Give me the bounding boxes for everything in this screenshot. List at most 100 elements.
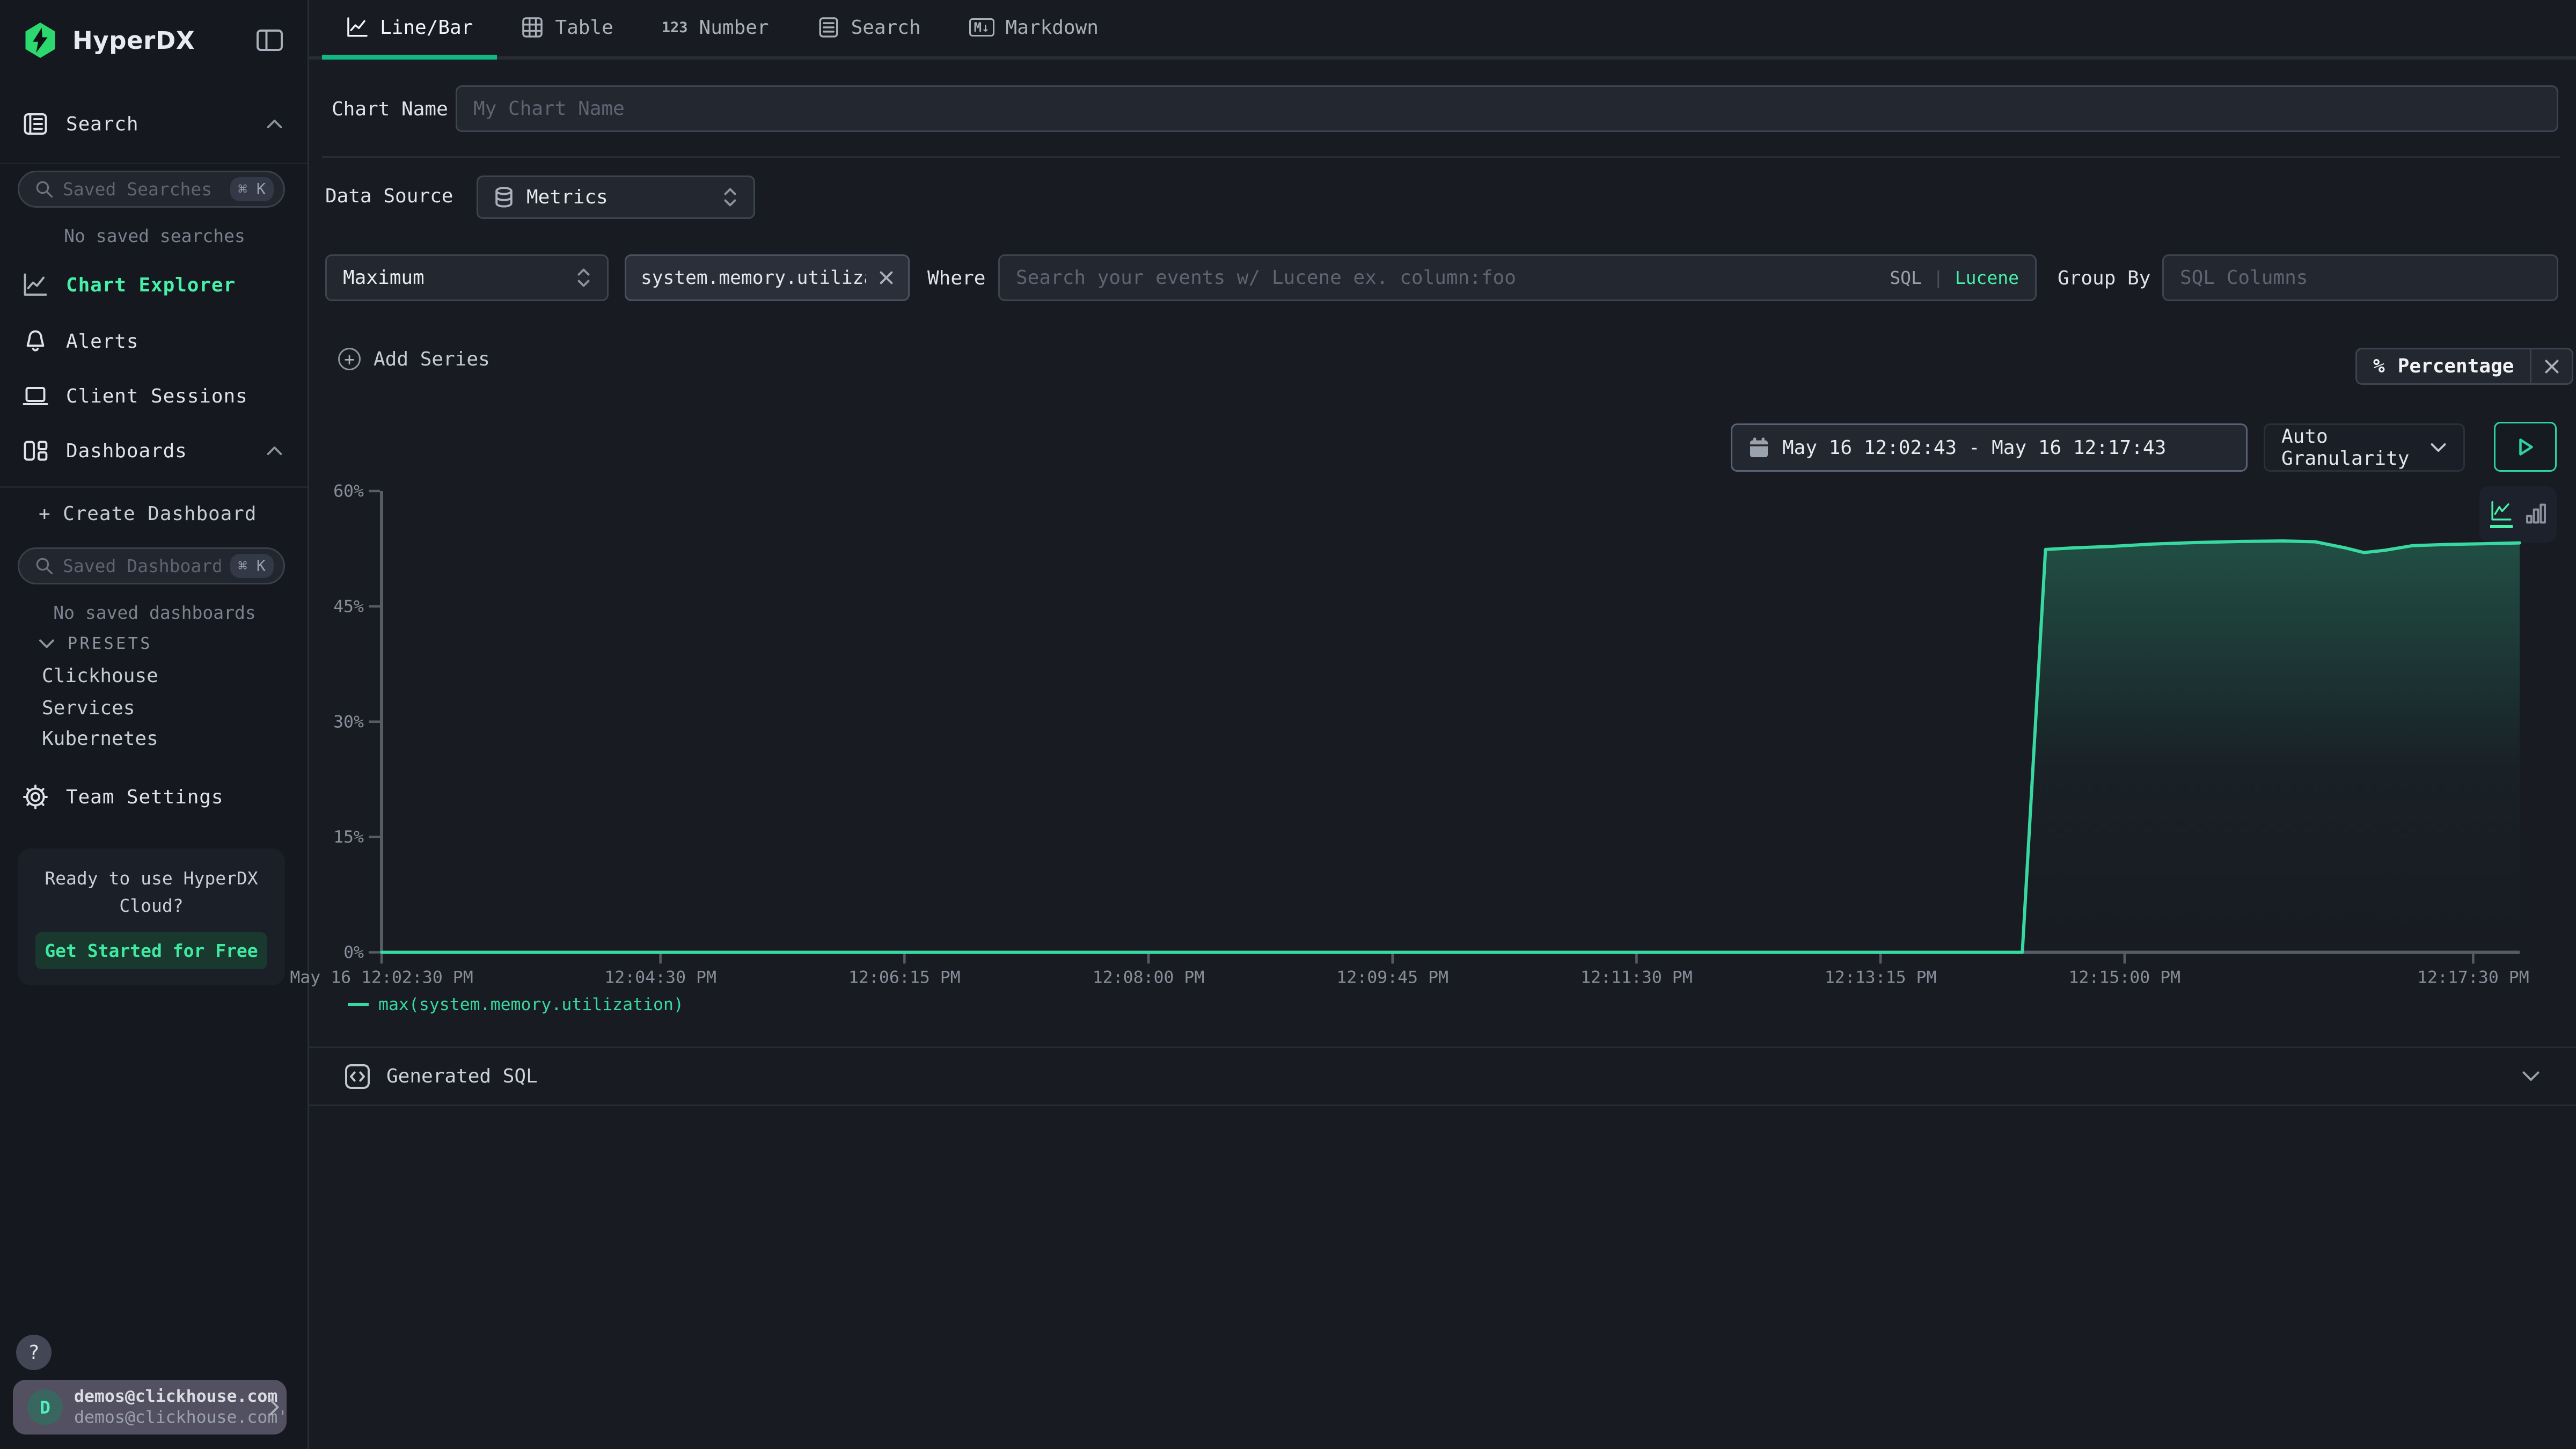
- tab-label: Table: [555, 17, 613, 39]
- sidebar-item-label: Chart Explorer: [66, 274, 236, 296]
- svg-text:12:13:15 PM: 12:13:15 PM: [1825, 968, 1937, 987]
- shortcut-badge: ⌘ K: [230, 554, 274, 578]
- svg-text:12:15:00 PM: 12:15:00 PM: [2069, 968, 2181, 987]
- preset-item-kubernetes[interactable]: Kubernetes: [42, 728, 158, 750]
- add-series-button[interactable]: + Add Series: [338, 348, 490, 370]
- lucene-mode-button[interactable]: Lucene: [1955, 267, 2019, 288]
- time-range-value: May 16 12:02:43 - May 16 12:17:43: [1782, 437, 2166, 459]
- svg-text:12:17:30 PM: 12:17:30 PM: [2417, 968, 2529, 987]
- sidebar: HyperDX Search ⌘ K No saved searches: [0, 0, 309, 1449]
- preset-item-services[interactable]: Services: [42, 697, 135, 719]
- help-button[interactable]: ?: [16, 1335, 52, 1370]
- sidebar-item-label: Dashboards: [66, 440, 187, 462]
- tab-line-bar[interactable]: Line/Bar: [322, 0, 497, 60]
- close-icon[interactable]: [2530, 349, 2572, 383]
- saved-dashboards-search[interactable]: ⌘ K: [18, 547, 285, 584]
- svg-text:0%: 0%: [343, 943, 364, 962]
- group-by-field[interactable]: [2162, 254, 2558, 301]
- sidebar-divider: [0, 486, 308, 488]
- preset-item-clickhouse[interactable]: Clickhouse: [42, 665, 158, 687]
- cloud-promo-title-line1: Ready to use HyperDX: [18, 868, 285, 889]
- chart-name-input[interactable]: [473, 98, 2541, 120]
- tab-table[interactable]: Table: [497, 0, 637, 60]
- percentage-toggle[interactable]: % Percentage: [2355, 348, 2573, 385]
- hyperdx-logo-icon: [23, 21, 58, 60]
- cloud-promo-card: Ready to use HyperDX Cloud? Get Started …: [18, 848, 285, 985]
- group-by-label: Group By: [2058, 267, 2150, 289]
- sidebar-item-client-sessions[interactable]: Client Sessions: [0, 378, 309, 414]
- svg-text:12:09:45 PM: 12:09:45 PM: [1336, 968, 1448, 987]
- data-source-select[interactable]: Metrics: [477, 175, 755, 219]
- query-mode-switch: SQL | Lucene: [1890, 267, 2019, 288]
- aggregation-value: Maximum: [343, 267, 425, 289]
- svg-text:60%: 60%: [333, 482, 364, 501]
- saved-dashboards-input[interactable]: [63, 555, 221, 576]
- cloud-promo-title-line2: Cloud?: [18, 895, 285, 916]
- data-source-value: Metrics: [526, 186, 608, 208]
- get-started-button[interactable]: Get Started for Free: [35, 932, 267, 969]
- user-info: demos@clickhouse.com demos@clickhouse.co…: [74, 1386, 256, 1429]
- sidebar-item-search[interactable]: Search: [0, 106, 309, 142]
- code-icon: [345, 1064, 370, 1089]
- chevron-down-icon[interactable]: [2521, 1070, 2541, 1083]
- timeseries-chart[interactable]: 0%15%30%45%60%May 16 12:02:30 PM12:04:30…: [309, 467, 2576, 1022]
- sidebar-item-label: Client Sessions: [66, 385, 248, 407]
- sidebar-item-team-settings[interactable]: Team Settings: [0, 779, 309, 815]
- main-panel: Line/Bar Table 123 Number Search M↓ Ma: [309, 0, 2576, 1449]
- presets-toggle[interactable]: PRESETS: [39, 634, 152, 653]
- sidebar-collapse-icon[interactable]: [256, 29, 283, 52]
- where-field[interactable]: SQL | Lucene: [998, 254, 2037, 301]
- sidebar-item-dashboards[interactable]: Dashboards: [0, 433, 309, 469]
- user-menu[interactable]: D demos@clickhouse.com demos@clickhouse.…: [13, 1380, 287, 1435]
- create-dashboard-button[interactable]: + Create Dashboard: [0, 496, 309, 531]
- number-123-icon: 123: [662, 19, 688, 36]
- chart-type-tabbar: Line/Bar Table 123 Number Search M↓ Ma: [309, 0, 2576, 60]
- sidebar-item-chart-explorer[interactable]: Chart Explorer: [0, 267, 309, 303]
- granularity-select[interactable]: Auto Granularity: [2264, 423, 2465, 472]
- chart-name-field[interactable]: [456, 85, 2558, 132]
- where-input[interactable]: [1016, 267, 1877, 289]
- time-range-picker[interactable]: May 16 12:02:43 - May 16 12:17:43: [1731, 423, 2248, 472]
- chevron-up-icon[interactable]: [266, 444, 283, 457]
- mode-divider: |: [1933, 267, 1944, 288]
- select-chevrons-icon: [576, 267, 591, 288]
- close-icon[interactable]: [879, 270, 894, 285]
- database-icon: [494, 187, 514, 208]
- tab-label: Markdown: [1006, 17, 1099, 39]
- sql-mode-button[interactable]: SQL: [1890, 267, 1922, 288]
- saved-searches-input[interactable]: [63, 179, 221, 200]
- line-chart-icon: [346, 16, 369, 39]
- laptop-icon: [23, 383, 48, 409]
- play-icon: [2515, 436, 2536, 458]
- run-query-button[interactable]: [2494, 422, 2557, 472]
- group-by-input[interactable]: [2180, 267, 2541, 289]
- select-chevrons-icon: [723, 187, 737, 208]
- tab-search[interactable]: Search: [793, 0, 945, 60]
- dashboard-grid-icon: [23, 438, 48, 464]
- generated-sql-section[interactable]: Generated SQL: [309, 1046, 2576, 1106]
- calendar-icon: [1748, 436, 1769, 459]
- markdown-icon: M↓: [969, 18, 994, 36]
- chevron-down-icon: [39, 638, 55, 649]
- add-series-label: Add Series: [374, 348, 490, 370]
- metric-tag-label: system.memory.utiliza: [641, 267, 866, 289]
- no-saved-searches-text: No saved searches: [0, 225, 309, 246]
- svg-text:12:08:00 PM: 12:08:00 PM: [1093, 968, 1205, 987]
- aggregation-select[interactable]: Maximum: [325, 254, 609, 301]
- tab-number[interactable]: 123 Number: [638, 0, 793, 60]
- tab-markdown[interactable]: M↓ Markdown: [945, 0, 1123, 60]
- chevron-up-icon[interactable]: [266, 118, 283, 130]
- sidebar-item-alerts[interactable]: Alerts: [0, 324, 309, 359]
- plus-circle-icon: +: [338, 348, 361, 370]
- svg-text:12:11:30 PM: 12:11:30 PM: [1580, 968, 1693, 987]
- search-book-icon: [23, 111, 48, 137]
- section-divider: [322, 156, 2560, 158]
- svg-text:12:06:15 PM: 12:06:15 PM: [848, 968, 961, 987]
- chart-legend: max(system.memory.utilization): [348, 995, 684, 1014]
- saved-searches-search[interactable]: ⌘ K: [18, 171, 285, 208]
- granularity-value: Auto Granularity: [2281, 426, 2429, 470]
- brand-logo[interactable]: HyperDX: [23, 21, 195, 60]
- metric-tag[interactable]: system.memory.utiliza: [625, 254, 910, 301]
- chevron-down-icon: [2429, 441, 2447, 454]
- chevron-right-icon: [267, 1397, 280, 1417]
